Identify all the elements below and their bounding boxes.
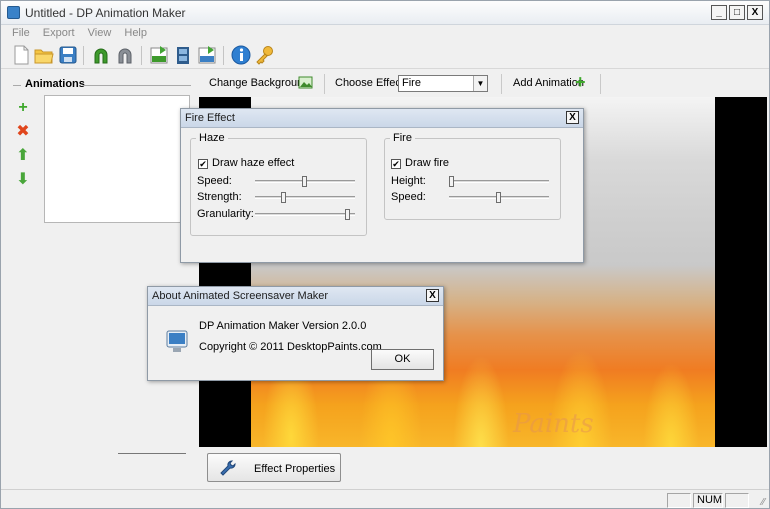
draw-fire-checkbox[interactable]: ✔ Draw fire (391, 157, 449, 169)
fire-speed-slider[interactable] (449, 192, 549, 203)
title-bar[interactable]: Untitled - DP Animation Maker _ □ X (1, 1, 769, 25)
haze-group: Haze ✔ Draw haze effect Speed: Strength: … (190, 132, 367, 236)
wrench-icon (220, 460, 236, 476)
status-bar: NUM ⁄⁄ (1, 489, 769, 509)
fire-effect-dialog: Fire Effect X Haze ✔ Draw haze effect Spe… (180, 108, 584, 263)
monitor-icon (166, 329, 188, 355)
magnet-icon[interactable] (114, 44, 136, 66)
menu-export[interactable]: Export (43, 25, 75, 42)
resize-grip-icon[interactable]: ⁄⁄ (762, 497, 765, 508)
fire-group: Fire ✔ Draw fire Height: Speed: (384, 132, 561, 220)
export-exe-icon[interactable] (196, 44, 218, 66)
choose-effect-label: Choose Effect: (335, 77, 407, 89)
effect-properties-button[interactable]: Effect Properties (207, 453, 341, 482)
haze-speed-label: Speed: (197, 175, 232, 187)
effect-select[interactable]: Fire ▼ (398, 75, 488, 92)
save-icon[interactable] (57, 44, 79, 66)
menu-bar: File Export View Help (1, 25, 769, 42)
menu-file[interactable]: File (12, 25, 30, 42)
info-icon[interactable] (230, 44, 252, 66)
add-icon[interactable]: + (16, 100, 30, 116)
about-title: About Animated Screensaver Maker (152, 290, 329, 302)
ok-button[interactable]: OK (371, 349, 434, 370)
status-cell-empty (725, 493, 749, 508)
new-file-icon[interactable] (10, 44, 32, 66)
slider-thumb[interactable] (345, 209, 350, 220)
about-close-button[interactable]: X (426, 289, 439, 302)
left-divider (118, 453, 186, 454)
slider-thumb[interactable] (281, 192, 286, 203)
preview-watermark: Paints (513, 409, 594, 439)
fire-speed-label: Speed: (391, 191, 426, 203)
effect-select-value: Fire (402, 77, 421, 89)
dialog-title-bar[interactable]: Fire Effect (181, 109, 583, 128)
checkbox-icon: ✔ (391, 159, 401, 169)
effect-controls-bar: Change Background Choose Effect: Fire ▼ … (198, 72, 768, 96)
move-up-icon[interactable]: ⬆ (16, 148, 30, 164)
haze-granularity-slider[interactable] (255, 209, 355, 220)
menu-view[interactable]: View (88, 25, 112, 42)
menu-help[interactable]: Help (124, 25, 147, 42)
delete-icon[interactable]: ✖ (16, 124, 30, 140)
about-copyright: Copyright © 2011 DesktopPaints.com (199, 341, 382, 353)
fire-group-title: Fire (390, 132, 415, 144)
checkbox-icon: ✔ (198, 159, 208, 169)
key-icon[interactable] (254, 44, 276, 66)
maximize-button[interactable]: □ (729, 5, 745, 20)
export-gif-icon[interactable] (148, 44, 170, 66)
draw-haze-checkbox[interactable]: ✔ Draw haze effect (198, 157, 294, 169)
animations-panel: Animations + ✖ ⬆ ⬇ (9, 74, 191, 479)
haze-strength-slider[interactable] (255, 192, 355, 203)
animations-heading: Animations (9, 78, 191, 92)
open-folder-icon[interactable] (33, 44, 55, 66)
about-title-bar[interactable]: About Animated Screensaver Maker (148, 287, 443, 306)
effect-properties-label: Effect Properties (254, 463, 336, 475)
status-num: NUM (693, 493, 723, 508)
animations-title: Animations (25, 78, 85, 90)
app-icon (7, 6, 20, 19)
add-animation-button[interactable]: Add Animation (513, 77, 584, 89)
window-title: Untitled - DP Animation Maker (25, 6, 186, 20)
fire-height-slider[interactable] (449, 176, 549, 187)
slider-thumb[interactable] (302, 176, 307, 187)
toolbar (1, 42, 769, 69)
slider-thumb[interactable] (449, 176, 454, 187)
change-background-button[interactable]: Change Background (209, 77, 309, 89)
close-button[interactable]: X (747, 5, 763, 20)
add-icon[interactable]: + (575, 73, 591, 91)
fire-height-label: Height: (391, 175, 426, 187)
status-cell-empty (667, 493, 691, 508)
about-dialog: About Animated Screensaver Maker X DP An… (147, 286, 444, 381)
haze-granularity-label: Granularity: (197, 208, 254, 220)
export-video-icon[interactable] (172, 44, 194, 66)
animations-list[interactable] (44, 95, 190, 223)
dialog-title: Fire Effect (185, 112, 235, 124)
dialog-close-button[interactable]: X (566, 111, 579, 124)
chevron-down-icon[interactable]: ▼ (473, 76, 487, 91)
minimize-button[interactable]: _ (711, 5, 727, 20)
draw-haze-label: Draw haze effect (212, 157, 295, 169)
draw-fire-label: Draw fire (405, 157, 450, 169)
haze-group-title: Haze (196, 132, 228, 144)
main-window: Untitled - DP Animation Maker _ □ X File… (0, 0, 770, 509)
slider-thumb[interactable] (496, 192, 501, 203)
haze-strength-label: Strength: (197, 191, 242, 203)
magnet-icon[interactable] (90, 44, 112, 66)
haze-speed-slider[interactable] (255, 176, 355, 187)
about-version: DP Animation Maker Version 2.0.0 (199, 320, 367, 332)
image-icon[interactable] (298, 75, 313, 90)
move-down-icon[interactable]: ⬇ (16, 172, 30, 188)
